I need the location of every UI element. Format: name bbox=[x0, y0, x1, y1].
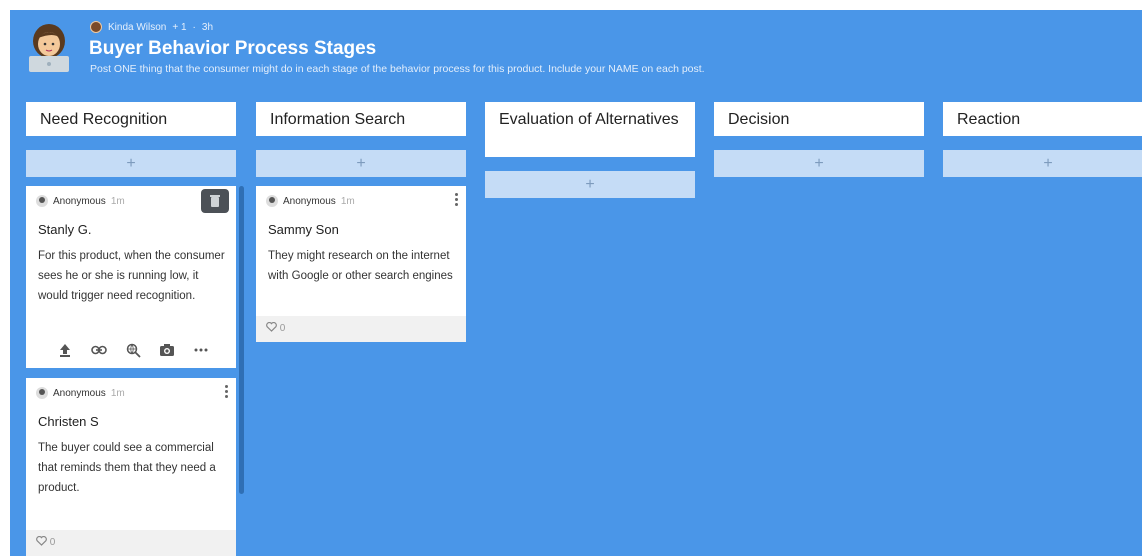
column-decision: Decision + bbox=[714, 102, 924, 177]
post-footer: 0 bbox=[256, 316, 466, 342]
column-evaluation-of-alternatives: Evaluation of Alternatives + bbox=[485, 102, 695, 198]
add-post-button[interactable]: + bbox=[943, 150, 1142, 177]
board-description: Post ONE thing that the consumer might d… bbox=[90, 63, 705, 75]
post-author: Anonymous bbox=[53, 195, 106, 207]
post-card[interactable]: Anonymous 1m Sammy Son They might resear… bbox=[256, 186, 466, 342]
column-need-recognition: Need Recognition + bbox=[26, 102, 236, 177]
post-age: 1m bbox=[110, 387, 125, 399]
post-age: 1m bbox=[340, 195, 355, 207]
anonymous-avatar-icon bbox=[266, 195, 278, 207]
board-title: Buyer Behavior Process Stages bbox=[89, 38, 377, 59]
board-avatar bbox=[26, 22, 72, 72]
post-card[interactable]: Anonymous 1m Stanly G. For this product,… bbox=[26, 186, 236, 368]
post-author: Anonymous bbox=[283, 195, 336, 207]
board-age: 3h bbox=[201, 21, 214, 33]
post-body[interactable]: For this product, when the consumer sees… bbox=[38, 246, 228, 306]
anonymous-avatar-icon bbox=[36, 387, 48, 399]
add-post-button[interactable]: + bbox=[26, 150, 236, 177]
post-age: 1m bbox=[110, 195, 125, 207]
add-post-button[interactable]: + bbox=[485, 171, 695, 198]
meta-separator: · bbox=[192, 21, 196, 33]
author-name[interactable]: Kinda Wilson bbox=[108, 22, 166, 33]
column-information-search: Information Search + bbox=[256, 102, 466, 177]
column-title[interactable]: Information Search bbox=[256, 102, 466, 136]
kebab-menu-icon[interactable] bbox=[452, 192, 460, 208]
post-footer: 0 bbox=[26, 530, 236, 556]
collaborator-count[interactable]: + 1 bbox=[172, 22, 186, 33]
board-meta: Kinda Wilson + 1 · 3h bbox=[90, 21, 213, 33]
more-icon[interactable] bbox=[192, 342, 210, 358]
post-author: Anonymous bbox=[53, 387, 106, 399]
padlet-board: Kinda Wilson + 1 · 3h Buyer Behavior Pro… bbox=[10, 10, 1142, 556]
search-web-icon[interactable] bbox=[124, 342, 142, 358]
trash-icon[interactable] bbox=[201, 189, 229, 213]
heart-icon[interactable] bbox=[266, 321, 280, 334]
post-attachment-toolbar bbox=[56, 342, 210, 358]
post-body[interactable]: They might research on the internet with… bbox=[268, 246, 458, 286]
column-title[interactable]: Reaction bbox=[943, 102, 1142, 136]
camera-icon[interactable] bbox=[158, 342, 176, 358]
add-post-button[interactable]: + bbox=[714, 150, 924, 177]
upload-icon[interactable] bbox=[56, 342, 74, 358]
anonymous-avatar-icon bbox=[36, 195, 48, 207]
author-avatar bbox=[90, 21, 102, 33]
post-meta: Anonymous 1m bbox=[36, 195, 125, 207]
post-body[interactable]: The buyer could see a commercial that re… bbox=[38, 438, 228, 498]
column-reaction: Reaction + bbox=[943, 102, 1142, 177]
board-header: Kinda Wilson + 1 · 3h Buyer Behavior Pro… bbox=[10, 10, 1142, 90]
link-icon[interactable] bbox=[90, 342, 108, 358]
post-card[interactable]: Anonymous 1m Christen S The buyer could … bbox=[26, 378, 236, 556]
kebab-menu-icon[interactable] bbox=[222, 384, 230, 400]
post-meta: Anonymous 1m bbox=[36, 387, 125, 399]
post-title[interactable]: Christen S bbox=[38, 414, 99, 429]
column-title[interactable]: Evaluation of Alternatives bbox=[485, 102, 695, 157]
post-title[interactable]: Stanly G. bbox=[38, 222, 91, 237]
add-post-button[interactable]: + bbox=[256, 150, 466, 177]
post-title[interactable]: Sammy Son bbox=[268, 222, 339, 237]
like-count: 0 bbox=[279, 323, 286, 334]
post-meta: Anonymous 1m bbox=[266, 195, 355, 207]
column-title[interactable]: Decision bbox=[714, 102, 924, 136]
like-count: 0 bbox=[49, 537, 56, 548]
column-title[interactable]: Need Recognition bbox=[26, 102, 236, 136]
column-scrollbar[interactable] bbox=[239, 186, 244, 494]
heart-icon[interactable] bbox=[36, 535, 50, 548]
